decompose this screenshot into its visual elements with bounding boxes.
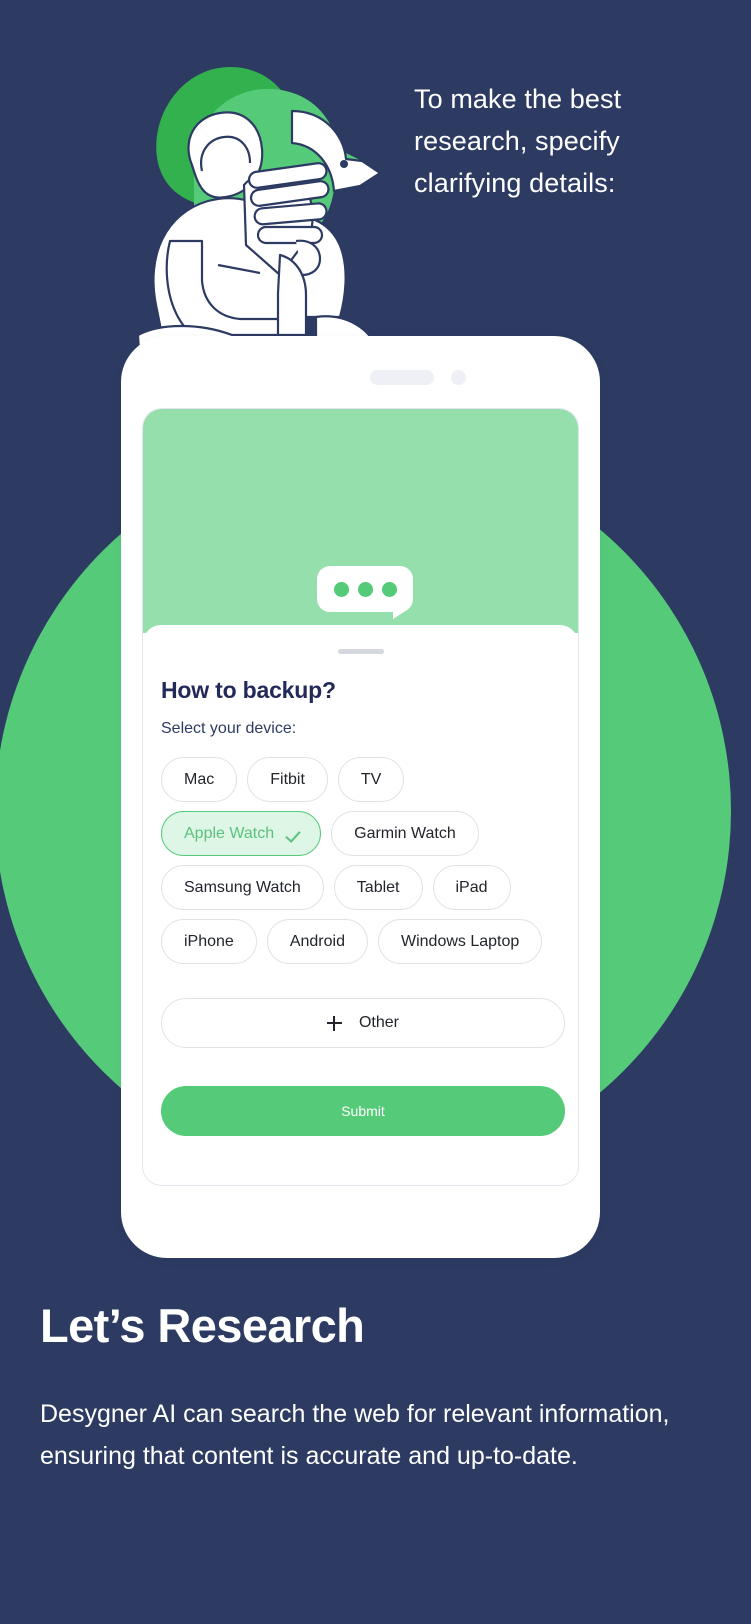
typing-dots bbox=[317, 566, 413, 612]
chip-mac[interactable]: Mac bbox=[161, 757, 238, 802]
other-button[interactable]: Other bbox=[161, 998, 565, 1048]
chip-tablet[interactable]: Tablet bbox=[333, 865, 423, 910]
chip-label: Apple Watch bbox=[184, 824, 275, 842]
typing-dot-3 bbox=[381, 581, 397, 597]
promo-screen: To make the best research, specify clari… bbox=[0, 0, 751, 1624]
headline-text: To make the best research, specify clari… bbox=[414, 84, 622, 198]
chip-fitbit[interactable]: Fitbit bbox=[247, 757, 328, 802]
submit-button-label: Submit bbox=[341, 1103, 385, 1119]
sheet-title: How to backup? bbox=[161, 677, 336, 703]
app-header-placeholder-bar bbox=[370, 370, 434, 385]
chat-area bbox=[143, 409, 578, 633]
chip-label: iPad bbox=[455, 878, 488, 896]
chip-garmin-watch[interactable]: Garmin Watch bbox=[331, 811, 479, 856]
check-icon bbox=[288, 826, 304, 842]
chip-label: Mac bbox=[184, 770, 215, 788]
chip-label: Fitbit bbox=[270, 770, 305, 788]
chip-label: Android bbox=[289, 932, 345, 950]
chip-label: Windows Laptop bbox=[400, 932, 520, 950]
phone-screen: How to backup? Select your device: Mac F… bbox=[142, 408, 579, 1186]
chip-samsung-watch[interactable]: Samsung Watch bbox=[161, 865, 324, 910]
device-selection-sheet: How to backup? Select your device: Mac F… bbox=[143, 625, 578, 1185]
chip-label: TV bbox=[360, 770, 382, 788]
chip-android[interactable]: Android bbox=[266, 919, 368, 964]
typing-indicator-bubble bbox=[317, 566, 413, 619]
app-header-placeholder-dot bbox=[451, 370, 466, 385]
chip-label: Garmin Watch bbox=[354, 824, 456, 842]
phone-mockup: How to backup? Select your device: Mac F… bbox=[121, 336, 600, 1258]
chip-label: iPhone bbox=[184, 932, 234, 950]
device-chip-group: Mac Fitbit TV Apple Watch Garmin Watch S… bbox=[161, 757, 565, 964]
chip-windows-laptop[interactable]: Windows Laptop bbox=[377, 919, 543, 964]
submit-button[interactable]: Submit bbox=[161, 1086, 565, 1136]
typing-dot-2 bbox=[357, 581, 373, 597]
chip-label: Samsung Watch bbox=[184, 878, 301, 896]
plus-icon bbox=[326, 1015, 342, 1031]
sheet-subtitle: Select your device: bbox=[161, 720, 297, 737]
chip-ipad[interactable]: iPad bbox=[432, 865, 511, 910]
typing-dot-1 bbox=[333, 581, 349, 597]
chip-apple-watch[interactable]: Apple Watch bbox=[161, 811, 322, 856]
chip-label: Tablet bbox=[356, 878, 400, 896]
sheet-drag-handle[interactable] bbox=[337, 649, 384, 654]
other-button-label: Other bbox=[358, 1014, 399, 1031]
footer-title: Let’s Research bbox=[40, 1299, 365, 1352]
chip-iphone[interactable]: iPhone bbox=[161, 919, 257, 964]
chip-tv[interactable]: TV bbox=[337, 757, 405, 802]
footer-body: Desygner AI can search the web for relev… bbox=[40, 1400, 670, 1470]
